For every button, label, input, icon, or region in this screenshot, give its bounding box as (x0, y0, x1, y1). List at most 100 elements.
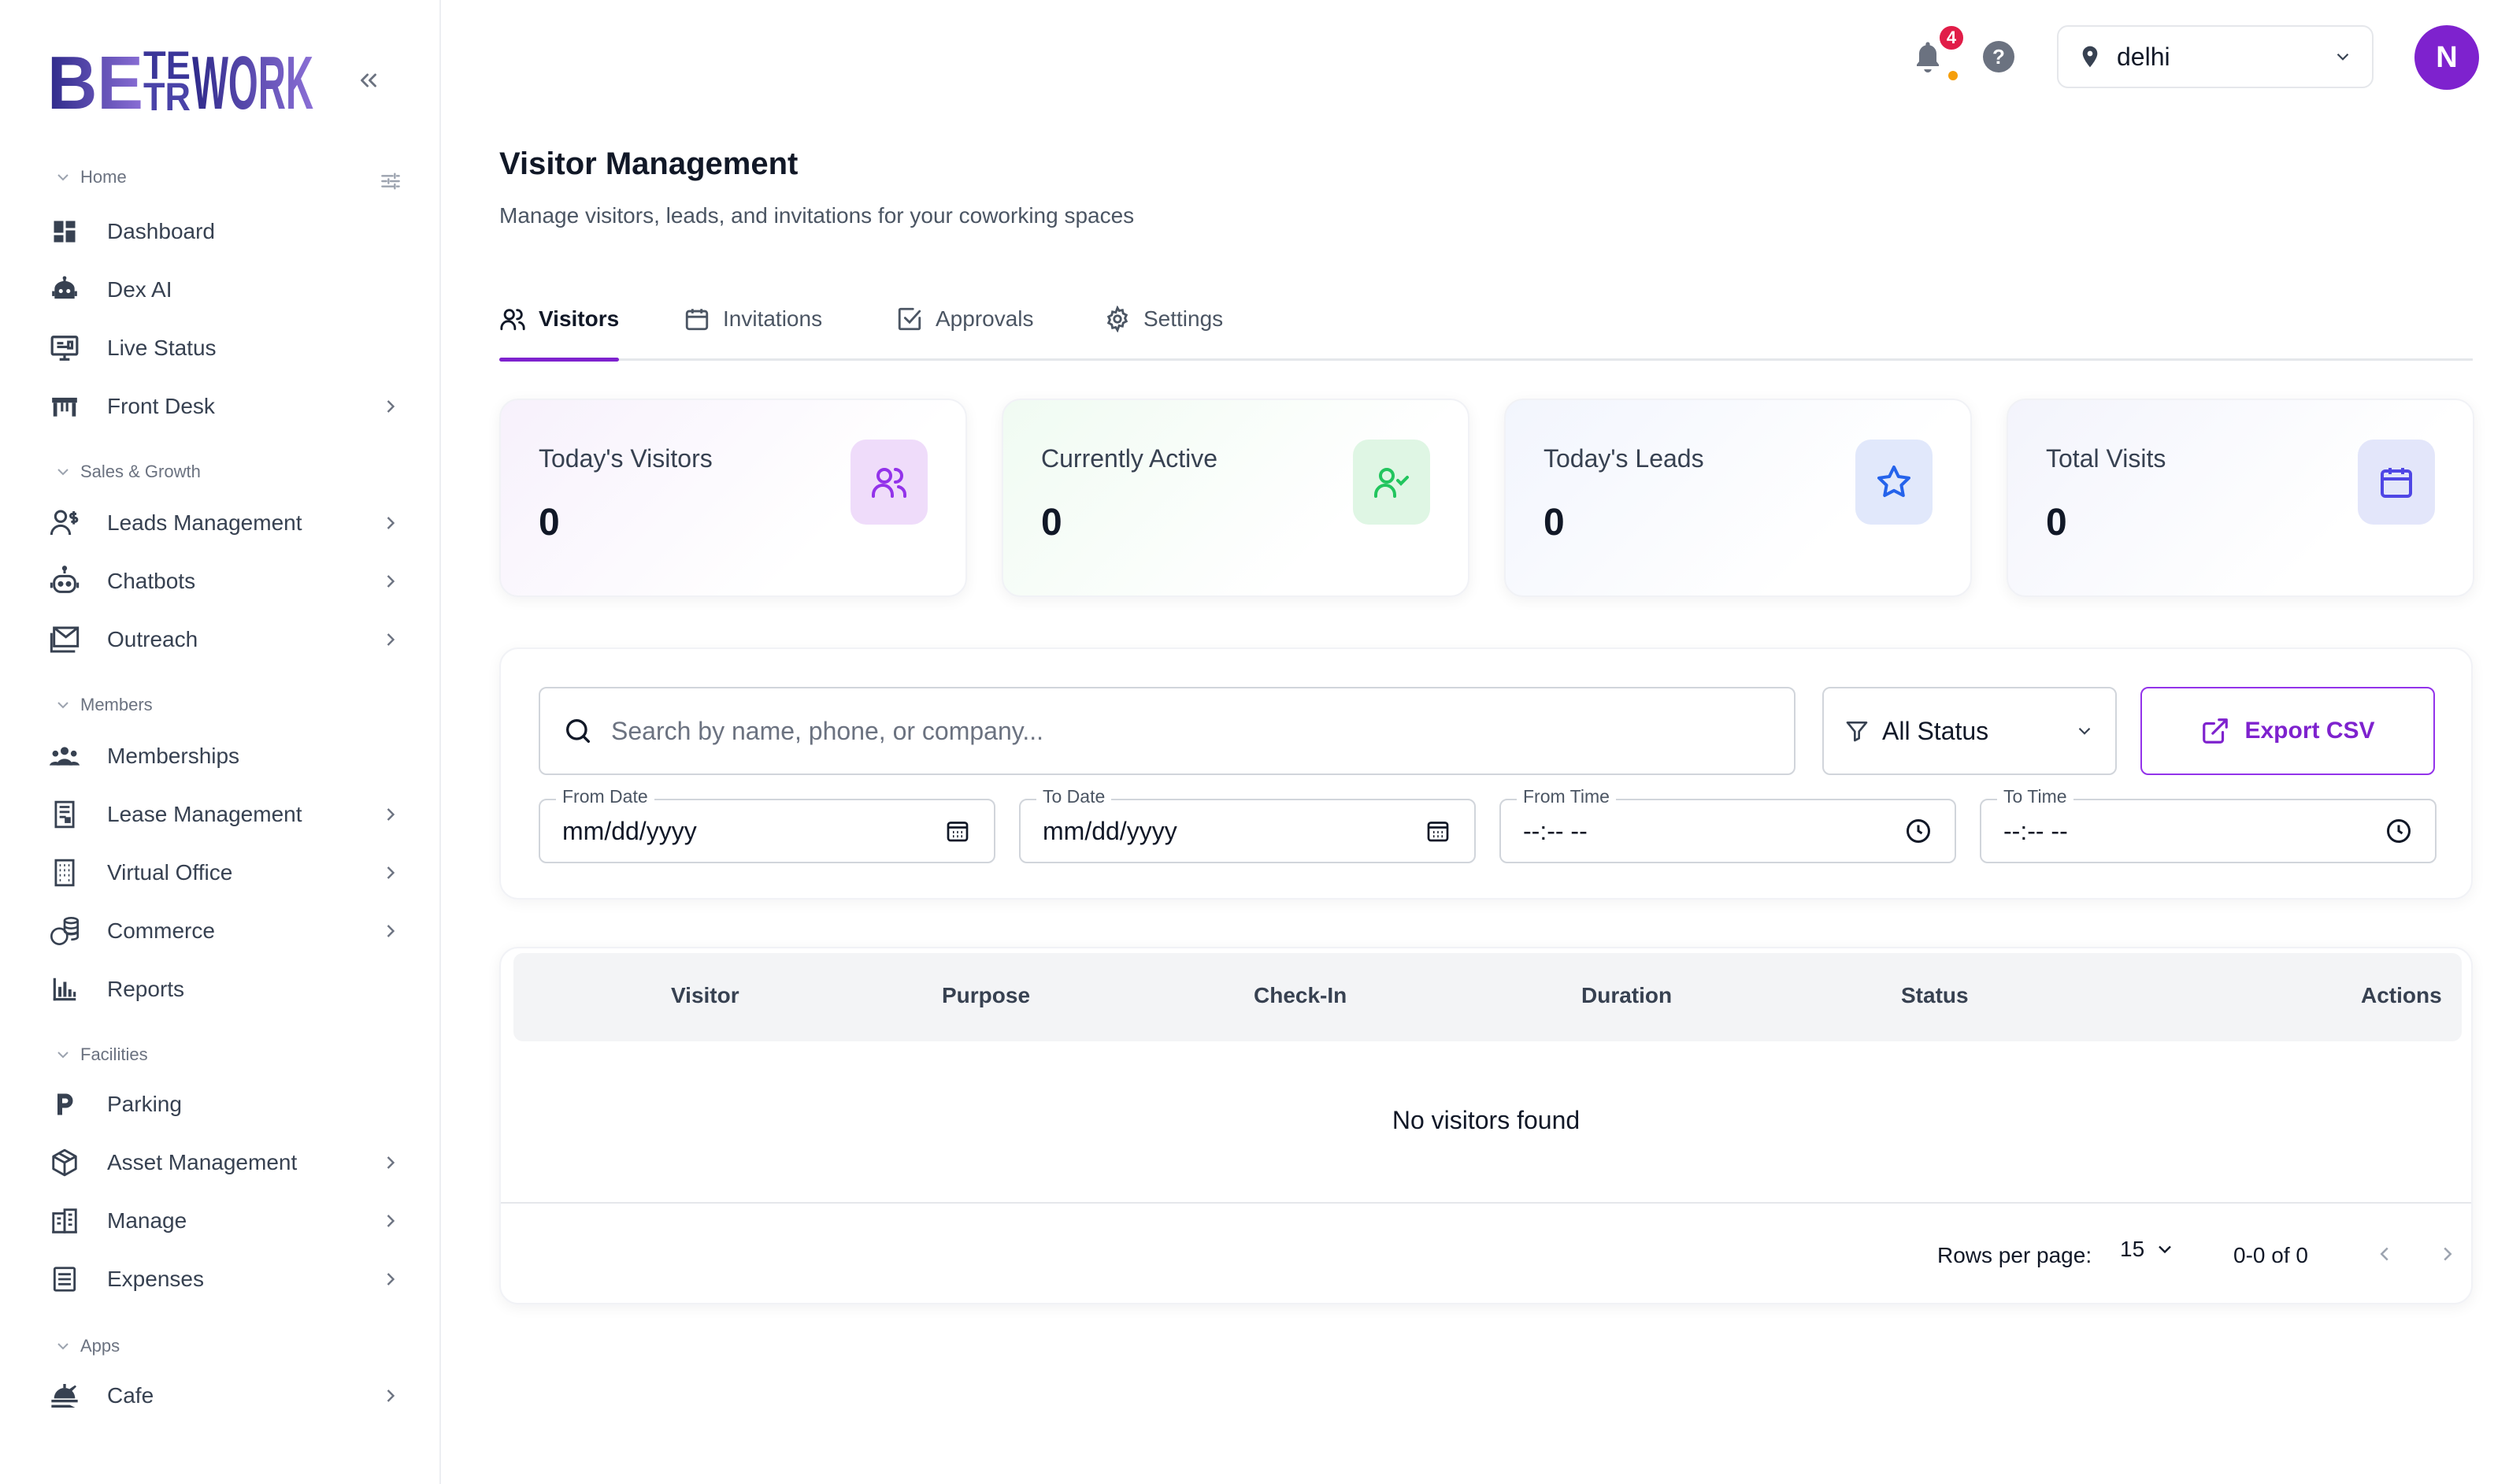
column-header-duration[interactable]: Duration (1581, 983, 1672, 1008)
tab-label: Approvals (936, 306, 1034, 331)
sidebar-item-label: Outreach (107, 627, 198, 651)
stat-label: Currently Active (1041, 444, 1218, 473)
parking-icon (47, 1087, 82, 1122)
sidebar-item-front-desk[interactable]: Front Desk (47, 383, 402, 430)
column-header-visitor[interactable]: Visitor (671, 983, 739, 1008)
sidebar-item-cafe[interactable]: Cafe (47, 1372, 402, 1419)
location-value: delhi (2117, 42, 2170, 71)
office-building-icon (47, 1204, 82, 1238)
user-check-icon (1353, 440, 1430, 525)
column-header-purpose[interactable]: Purpose (942, 983, 1030, 1008)
column-header-status[interactable]: Status (1901, 983, 1969, 1008)
column-header-check-in[interactable]: Check-In (1254, 983, 1347, 1008)
from-date-field[interactable]: From Date mm/dd/yyyy (539, 786, 995, 863)
sidebar-item-outreach[interactable]: Outreach (47, 616, 402, 663)
export-csv-button[interactable]: Export CSV (2140, 687, 2435, 775)
clock-icon[interactable] (1904, 817, 1933, 845)
external-link-icon (2203, 718, 2229, 744)
from-date-label: From Date (556, 786, 654, 807)
sidebar-item-label: Lease Management (107, 802, 302, 826)
section-sales-growth[interactable]: Sales & Growth (54, 462, 201, 482)
sidebar-item-commerce[interactable]: Commerce (47, 907, 402, 955)
column-header-actions: Actions (2361, 983, 2442, 1007)
sidebar-item-reports[interactable]: Reports (47, 966, 402, 1013)
sidebar-item-dex-ai[interactable]: Dex AI (47, 266, 402, 313)
sidebar-item-chatbots[interactable]: Chatbots (47, 558, 402, 605)
chevron-right-icon (387, 1156, 395, 1169)
tab-bar: Visitors Invitations Approvals Settings (499, 277, 2473, 362)
tab-approvals[interactable]: Approvals (896, 291, 1034, 347)
robot-icon (47, 273, 82, 307)
user-avatar[interactable]: N (2414, 25, 2479, 90)
sidebar-item-label: Manage (107, 1208, 187, 1233)
chevron-right-icon (387, 633, 395, 646)
divider (501, 1202, 2471, 1204)
chevron-down-icon (57, 469, 69, 476)
previous-page-button[interactable] (2369, 1238, 2400, 1270)
sidebar-item-virtual-office[interactable]: Virtual Office (47, 849, 402, 896)
sidebar-item-memberships[interactable]: Memberships (47, 733, 402, 780)
page-subtitle: Manage visitors, leads, and invitations … (499, 203, 1135, 228)
section-members[interactable]: Members (54, 695, 153, 715)
sidebar-item-lease-management[interactable]: Lease Management (47, 791, 402, 838)
sidebar-item-parking[interactable]: Parking (47, 1081, 402, 1128)
chevron-down-icon (2337, 53, 2349, 61)
food-tray-icon (47, 1378, 82, 1413)
bar-chart-icon (47, 972, 82, 1007)
help-button[interactable]: ? (1983, 41, 2014, 72)
sidebar-item-dashboard[interactable]: Dashboard (47, 208, 402, 255)
next-page-button[interactable] (2432, 1238, 2463, 1270)
clock-icon[interactable] (2385, 817, 2413, 845)
tab-settings[interactable]: Settings (1104, 291, 1223, 347)
sidebar-item-manage[interactable]: Manage (47, 1197, 402, 1245)
from-time-label: From Time (1517, 786, 1616, 807)
calendar-icon[interactable] (1424, 817, 1452, 845)
search-box[interactable] (539, 687, 1796, 775)
calendar-icon[interactable] (943, 817, 972, 845)
calendar-icon (685, 309, 709, 331)
stat-label: Today's Leads (1544, 444, 1704, 473)
from-time-value: --:-- -- (1523, 816, 1588, 845)
chevron-right-icon (387, 866, 395, 879)
stat-label: Today's Visitors (539, 444, 713, 473)
tab-label: Invitations (723, 306, 823, 331)
tab-label: Visitors (539, 306, 620, 331)
chevron-right-icon (387, 400, 395, 413)
search-input[interactable] (611, 716, 1772, 746)
chevron-left-icon (2380, 1247, 2388, 1261)
empty-state-message: No visitors found (1392, 1106, 1581, 1134)
tab-visitors[interactable]: Visitors (499, 291, 619, 347)
location-select[interactable]: delhi (2057, 25, 2374, 88)
sidebar-item-label: Reports (107, 977, 185, 1001)
stat-value: 0 (1041, 502, 1062, 544)
sidebar-item-label: Chatbots (107, 569, 196, 593)
cube-icon (47, 1145, 82, 1180)
chevron-right-icon (387, 925, 395, 937)
stat-value: 0 (539, 502, 560, 544)
from-time-field[interactable]: From Time --:-- -- (1499, 786, 1956, 863)
sidebar-item-live-status[interactable]: Live Status (47, 325, 402, 372)
sidebar-item-asset-management[interactable]: Asset Management (47, 1139, 402, 1186)
section-home[interactable]: Home (54, 167, 127, 187)
sidebar-item-label: Parking (107, 1092, 182, 1116)
rows-per-page-select[interactable]: 15 (2120, 1237, 2176, 1262)
status-filter-select[interactable]: All Status (1822, 687, 2117, 775)
to-date-field[interactable]: To Date mm/dd/yyyy (1019, 786, 1476, 863)
chevron-right-icon (387, 575, 395, 588)
to-time-field[interactable]: To Time --:-- -- (1980, 786, 2437, 863)
collapse-sidebar-button[interactable] (353, 65, 384, 96)
section-apps[interactable]: Apps (54, 1336, 120, 1356)
sidebar-item-leads-management[interactable]: Leads Management (47, 499, 402, 547)
stat-value: 0 (2046, 502, 2067, 544)
sidebar-item-expenses[interactable]: Expenses (47, 1256, 402, 1303)
tab-label: Settings (1143, 306, 1224, 331)
tab-invitations[interactable]: Invitations (684, 291, 822, 347)
receipt-icon (47, 1262, 82, 1297)
mail-icon (47, 622, 82, 657)
sidebar-item-label: Memberships (107, 744, 240, 768)
betterwork-logo[interactable]: BE TE TR WORK (47, 38, 315, 113)
table-header-row: Visitor Purpose Check-In Duration Status… (513, 953, 2462, 1041)
svg-text:BE: BE (47, 41, 143, 113)
section-facilities[interactable]: Facilities (54, 1044, 148, 1065)
sliders-icon[interactable] (378, 169, 403, 194)
